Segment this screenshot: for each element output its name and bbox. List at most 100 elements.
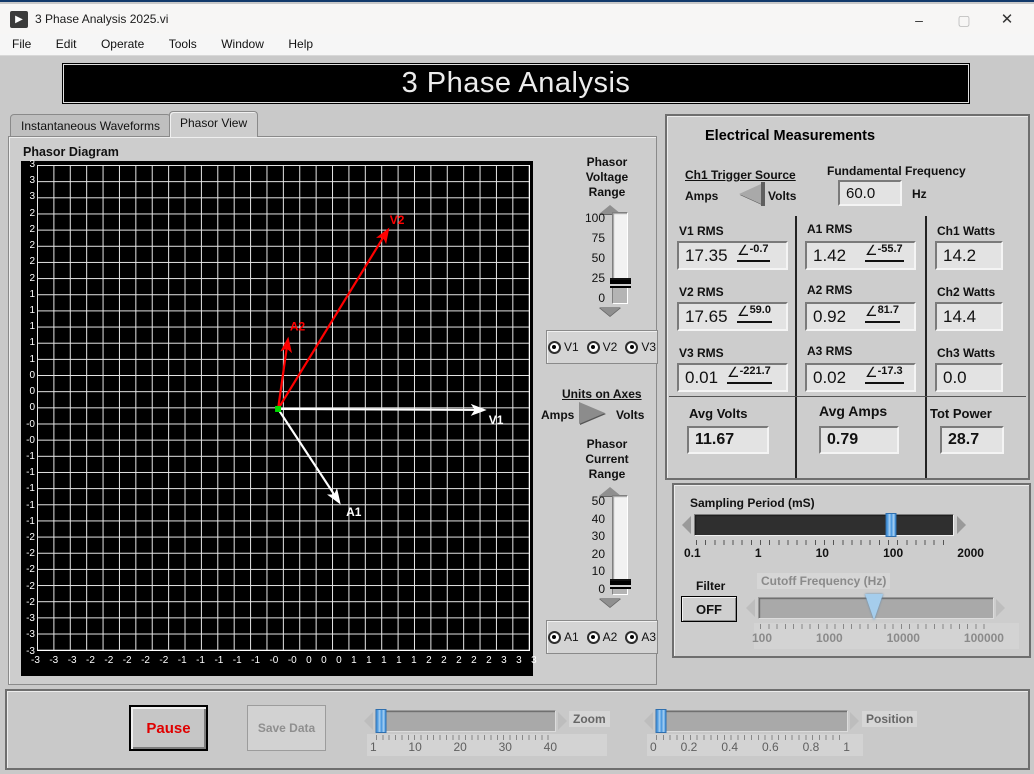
x-axis-tick-label: -1: [177, 655, 187, 666]
tick-label: 0.4: [721, 740, 738, 754]
slider-left-arrow[interactable]: [644, 712, 653, 730]
x-axis-tick-label: -3: [49, 655, 59, 666]
radio-a1[interactable]: A1: [547, 630, 579, 644]
slider-tick-label: 30: [591, 529, 605, 544]
ch1-watts-label: Ch1 Watts: [937, 224, 996, 238]
current-channel-group: A1 A2 A3: [546, 620, 658, 654]
electrical-measurements-panel: Electrical Measurements Ch1 Trigger Sour…: [665, 114, 1030, 480]
menu-file[interactable]: File: [2, 34, 41, 54]
tab-phasor-view[interactable]: Phasor View: [169, 111, 259, 137]
x-axis-tick-label: 1: [366, 655, 372, 666]
angle-icon: ∠: [865, 303, 878, 319]
measurements-title: Electrical Measurements: [705, 128, 876, 144]
tab-instantaneous-waveforms[interactable]: Instantaneous Waveforms: [10, 114, 171, 137]
sampling-tick-marks: [696, 540, 952, 545]
y-axis-tick-label: 2: [29, 207, 35, 219]
tick-label: 0.6: [761, 740, 779, 754]
position-slider-handle[interactable]: [655, 709, 667, 733]
minimize-button[interactable]: –: [904, 8, 934, 32]
slider-decrement-arrow[interactable]: [599, 598, 621, 607]
sampling-slider-handle[interactable]: [885, 513, 897, 537]
cutoff-slider-handle[interactable]: [864, 594, 883, 620]
current-range-track[interactable]: [610, 495, 631, 595]
tick-label: 1000: [815, 631, 843, 645]
tick-label: 0.1: [684, 546, 701, 560]
v2-rms-indicator: 17.65 ∠59.0: [677, 302, 788, 331]
tot-power-indicator: 28.7: [940, 426, 1004, 454]
menu-tools[interactable]: Tools: [159, 34, 207, 54]
tick-label: 40: [543, 740, 557, 754]
slider-right-arrow[interactable]: [558, 712, 567, 730]
x-axis-tick-label: 2: [441, 655, 447, 666]
zoom-slider-track[interactable]: [375, 709, 556, 733]
slider-tick-label: 10: [591, 564, 605, 579]
y-axis-tick-label: 1: [29, 304, 35, 316]
slider-left-arrow[interactable]: [364, 712, 373, 730]
fundamental-frequency-label: Fundamental Frequency: [827, 164, 966, 178]
menu-edit[interactable]: Edit: [46, 34, 87, 54]
radio-v2[interactable]: V2: [586, 340, 617, 354]
slider-right-arrow[interactable]: [957, 516, 966, 534]
slider-right-arrow[interactable]: [996, 599, 1005, 617]
voltage-range-track[interactable]: [610, 212, 631, 304]
current-range-handle[interactable]: [610, 579, 631, 590]
cutoff-slider-track[interactable]: [758, 594, 994, 620]
slider-tick-label: 20: [591, 546, 605, 561]
voltage-range-handle[interactable]: [610, 278, 631, 289]
ch2-watts-label: Ch2 Watts: [937, 285, 996, 299]
footer-bar: Pause Save Data 1 10 20 30 40 Zoom 0 0.2 0.4 0.…: [5, 689, 1030, 770]
trigger-toggle-switch[interactable]: [739, 184, 761, 204]
y-axis-tick-label: -1: [26, 467, 35, 479]
y-axis-tick-label: -1: [26, 450, 35, 462]
slider-tick-label: 0: [598, 581, 605, 596]
units-toggle-switch[interactable]: [579, 402, 605, 424]
menu-window[interactable]: Window: [211, 34, 274, 54]
cutoff-tick-marks: [760, 624, 992, 629]
angle-icon: ∠: [727, 364, 740, 380]
slider-tick-label: 50: [591, 494, 605, 508]
filter-off-button[interactable]: OFF: [681, 596, 737, 622]
slider-left-arrow[interactable]: [746, 599, 755, 617]
tick-label: 0: [650, 740, 657, 754]
x-axis-tick-label: -1: [196, 655, 205, 666]
v3-rms-label: V3 RMS: [679, 346, 724, 360]
vector-label-v2: V2: [390, 213, 405, 227]
tot-power-label: Tot Power: [930, 406, 992, 421]
zoom-slider-handle[interactable]: [375, 709, 387, 733]
radio-a2[interactable]: A2: [586, 630, 617, 644]
radio-a3[interactable]: A3: [625, 630, 656, 644]
y-axis-tick-label: 3: [29, 159, 35, 170]
slider-right-arrow[interactable]: [850, 712, 859, 730]
y-axis-tick-label: 1: [29, 288, 35, 300]
radio-v1[interactable]: V1: [547, 340, 579, 354]
slider-decrement-arrow[interactable]: [599, 307, 621, 316]
menu-operate[interactable]: Operate: [91, 34, 154, 54]
close-button[interactable]: ✕: [992, 8, 1022, 32]
menu-help[interactable]: Help: [278, 34, 323, 54]
vector-label-a1: A1: [346, 505, 362, 519]
tick-label: 10: [408, 740, 422, 754]
sampling-slider-track[interactable]: [694, 513, 954, 537]
phasor-plot-area[interactable]: V1 V2 A2 A1: [37, 165, 530, 651]
phasor-vectors: V1 V2 A2 A1: [275, 213, 504, 519]
tick-label: 10000: [886, 631, 920, 645]
maximize-button[interactable]: ▢: [949, 8, 979, 32]
radio-v3[interactable]: V3: [625, 340, 656, 354]
tick-label: 1: [843, 740, 850, 754]
voltage-channel-group: V1 V2 V3: [546, 330, 658, 364]
position-slider-track[interactable]: [655, 709, 848, 733]
sampling-period-label: Sampling Period (mS): [690, 496, 815, 510]
phasor-tab-page: Phasor Diagram 3 3 3 2 2 2 2 2 1 1 1 1 1 0 0 0 -0 -0 -1 -1-…: [8, 136, 658, 685]
a1-rms-label: A1 RMS: [807, 222, 853, 236]
position-tick-labels: 0 0.2 0.4 0.6 0.8 1: [650, 740, 850, 754]
y-axis-tick-label: 1: [29, 337, 35, 349]
x-axis-labels: -3 -3 -3 -2 -2 -2 -2 -2 -1 -1 -1 -1 -1 -0 -0 0 0 0 1 1 1 1 1 2 2…: [31, 655, 537, 667]
a1-rms-value: 1.42: [813, 245, 847, 265]
save-data-button[interactable]: Save Data: [247, 705, 326, 751]
slider-left-arrow[interactable]: [682, 516, 691, 534]
title-bar[interactable]: ▶ 3 Phase Analysis 2025.vi – ▢ ✕: [0, 4, 1034, 34]
hz-unit-label: Hz: [912, 187, 927, 201]
v2-rms-value: 17.65: [685, 306, 728, 326]
pause-button[interactable]: Pause: [129, 705, 208, 751]
trigger-toggle-handle[interactable]: [761, 182, 765, 206]
